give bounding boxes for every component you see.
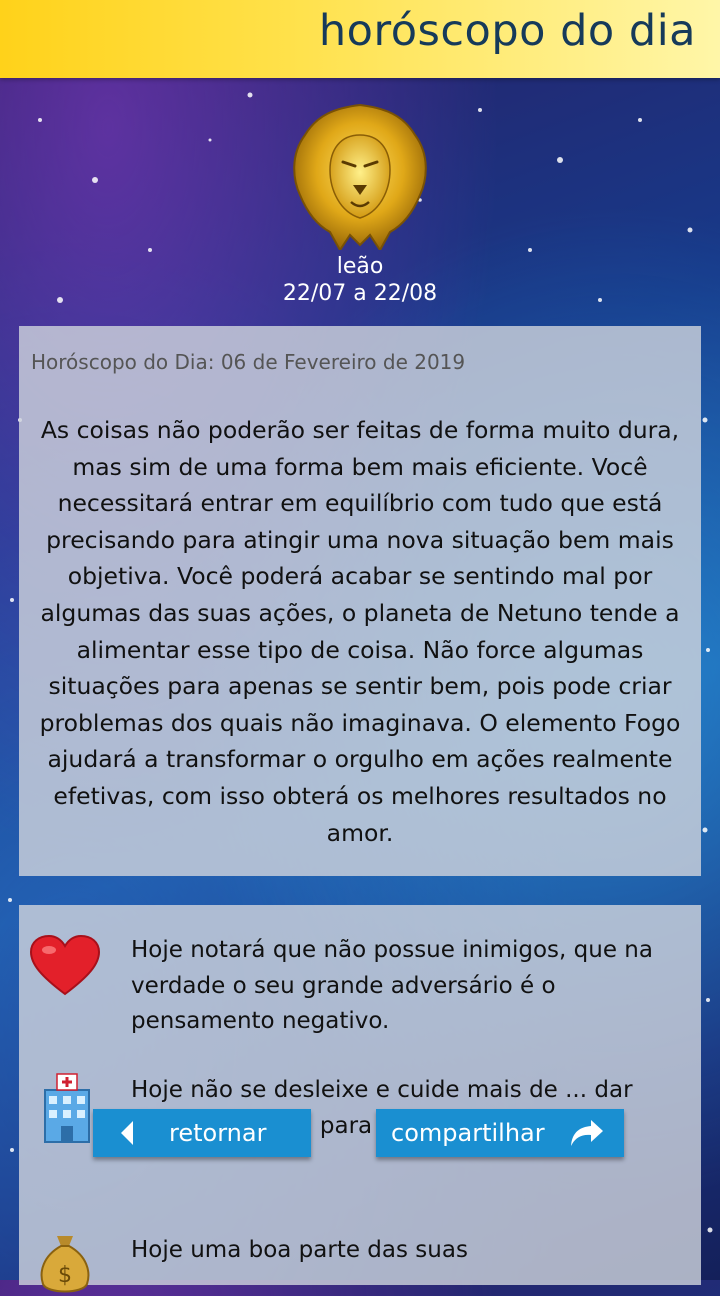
heart-icon — [29, 934, 101, 996]
prediction-money-text: Hoje uma boa parte das suas — [131, 1237, 468, 1263]
reading-text: As coisas não poderão ser feitas de form… — [39, 416, 681, 847]
app-header: horóscopo do dia — [0, 0, 720, 78]
prediction-love-text: Hoje notará que não possue inimigos, que… — [131, 937, 653, 1034]
back-button[interactable]: retornar — [93, 1109, 311, 1157]
zodiac-sign-block: leão 22/07 a 22/08 — [0, 100, 720, 306]
lion-head-icon — [293, 103, 427, 250]
back-button-label: retornar — [169, 1119, 267, 1147]
app-title: horóscopo do dia — [318, 6, 696, 56]
svg-text:$: $ — [58, 1263, 72, 1288]
sign-dates: 22/07 a 22/08 — [282, 281, 438, 306]
horoscope-reading-card: Horóscopo do Dia: 06 de Fevereiro de 201… — [19, 326, 701, 876]
money-bag-icon: $ — [40, 1236, 90, 1293]
reading-date: Horóscopo do Dia: 06 de Fevereiro de 201… — [31, 350, 466, 374]
share-button[interactable]: compartilhar — [376, 1109, 624, 1157]
share-button-label: compartilhar — [391, 1119, 545, 1147]
predictions-card: Hoje notará que não possue inimigos, que… — [19, 905, 701, 1293]
hospital-icon — [44, 1073, 90, 1143]
share-arrow-icon — [571, 1120, 603, 1146]
arrow-left-icon — [121, 1121, 133, 1145]
sign-name: leão — [336, 254, 384, 279]
